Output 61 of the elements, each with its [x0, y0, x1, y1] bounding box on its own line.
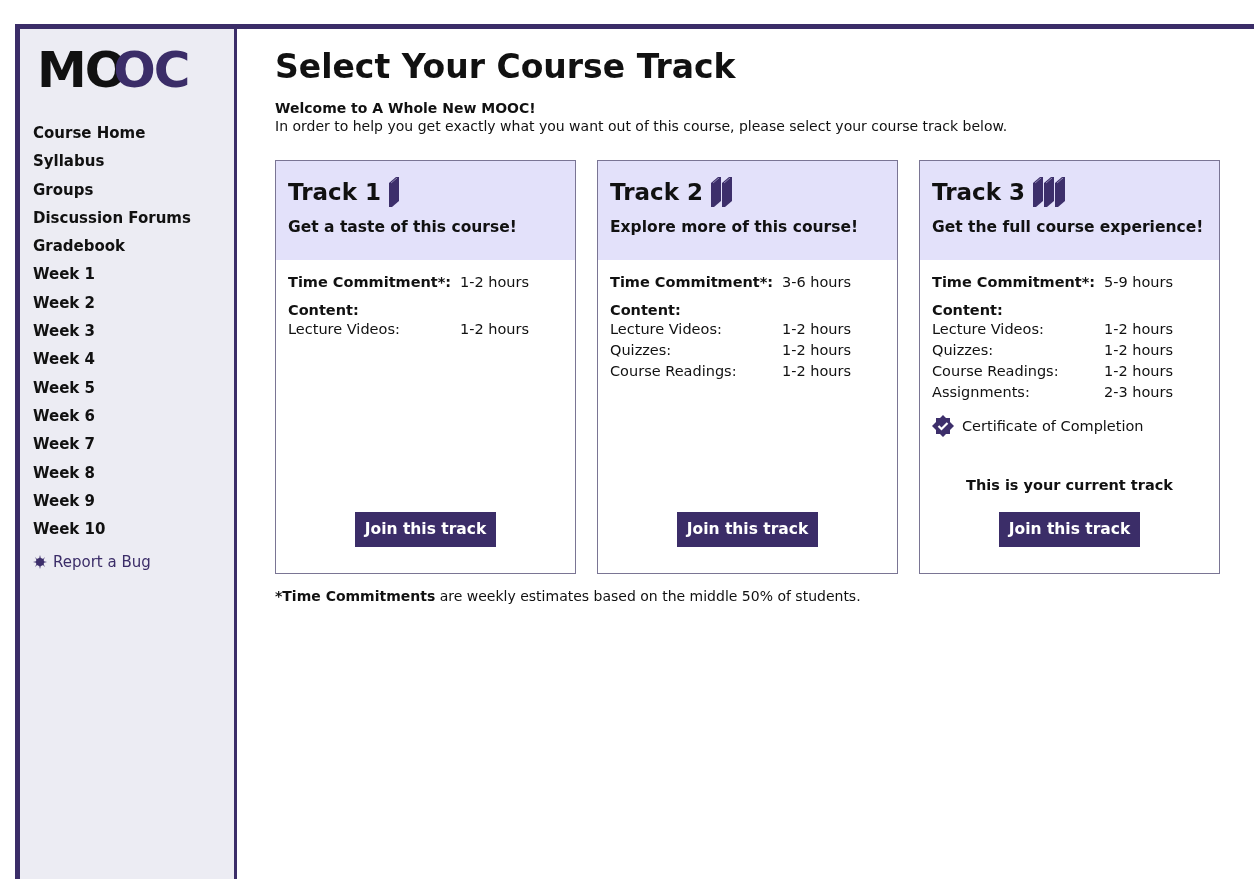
content-time: 2-3 hours [1104, 383, 1174, 402]
report-bug-link[interactable]: Report a Bug [53, 553, 151, 572]
content-time: 1-2 hours [782, 341, 852, 360]
nav-link[interactable]: Week 8 [33, 458, 95, 487]
nav-link[interactable]: Discussion Forums [33, 203, 191, 233]
track-title: Track 3 [932, 179, 1025, 205]
commitment-label: Time Commitment*: [610, 273, 775, 292]
footnote-text: *Time Commitments are weekly estimates based on the middle 50% of students. [275, 588, 862, 604]
bug-icon [33, 555, 47, 570]
commitment-value: 3-6 hours [782, 273, 852, 292]
content-time: 1-2 hours [1104, 362, 1174, 381]
content-item: Quizzes: [610, 341, 673, 360]
certificate-label: Certificate of Completion [962, 416, 1144, 436]
track-title: Track 2 [610, 179, 703, 205]
nav-link[interactable]: Week 5 [33, 373, 95, 402]
join-track-button[interactable]: Join this track [676, 512, 819, 547]
content-item: Lecture Videos: [932, 320, 1045, 339]
nav-link[interactable]: Course Home [33, 119, 146, 148]
content-label: Content: [932, 302, 1004, 319]
nav-link[interactable]: Week 1 [33, 260, 95, 289]
nav-link[interactable]: Week 2 [33, 288, 95, 318]
commitment-value: 1-2 hours [460, 273, 530, 292]
content-item: Assignments: [932, 383, 1031, 402]
content-label: Content: [288, 302, 360, 319]
books-icon [1032, 175, 1067, 209]
nav-link[interactable]: Syllabus [33, 147, 105, 176]
nav-link[interactable]: Week 3 [33, 317, 95, 346]
track-title: Track 1 [288, 179, 381, 205]
content-item: Course Readings: [932, 362, 1060, 381]
track-tagline: Explore more of this course! [610, 218, 860, 236]
commitment-value: 5-9 hours [1104, 273, 1174, 292]
nav-link[interactable]: Week 7 [33, 430, 95, 459]
welcome-heading: Welcome to A Whole New MOOC! [275, 99, 537, 117]
content-time: 1-2 hours [782, 362, 852, 381]
content-label: Content: [610, 302, 682, 319]
books-icon [710, 175, 734, 209]
track-tagline: Get a taste of this course! [288, 218, 518, 236]
nav-link[interactable]: Week 6 [33, 401, 95, 431]
certificate-badge-icon [932, 415, 954, 437]
content-item: Lecture Videos: [288, 320, 401, 339]
content-time: 1-2 hours [460, 320, 530, 339]
content-item: Course Readings: [610, 362, 738, 381]
nav-link[interactable]: Week 10 [33, 515, 106, 544]
page-title: Select Your Course Track [275, 47, 737, 87]
current-track-note: This is your current track [965, 476, 1174, 495]
nav-link[interactable]: Gradebook [33, 232, 126, 261]
commitment-label: Time Commitment*: [288, 273, 453, 292]
content-time: 1-2 hours [1104, 320, 1174, 339]
join-track-button[interactable]: Join this track [998, 512, 1141, 547]
book-icon [388, 175, 401, 209]
content-time: 1-2 hours [782, 320, 852, 339]
content-item: Lecture Videos: [610, 320, 723, 339]
nav-link[interactable]: Groups [33, 175, 94, 204]
nav-link[interactable]: Week 4 [33, 345, 95, 374]
intro-text: In order to help you get exactly what you want out of this course, please select your course track below. [275, 117, 1009, 135]
join-track-button[interactable]: Join this track [354, 512, 497, 547]
track-tagline: Get the full course experience! [932, 218, 1205, 236]
nav-link[interactable]: Week 9 [33, 486, 95, 516]
content-item: Quizzes: [932, 341, 995, 360]
content-time: 1-2 hours [1104, 341, 1174, 360]
commitment-label: Time Commitment*: [932, 273, 1097, 292]
